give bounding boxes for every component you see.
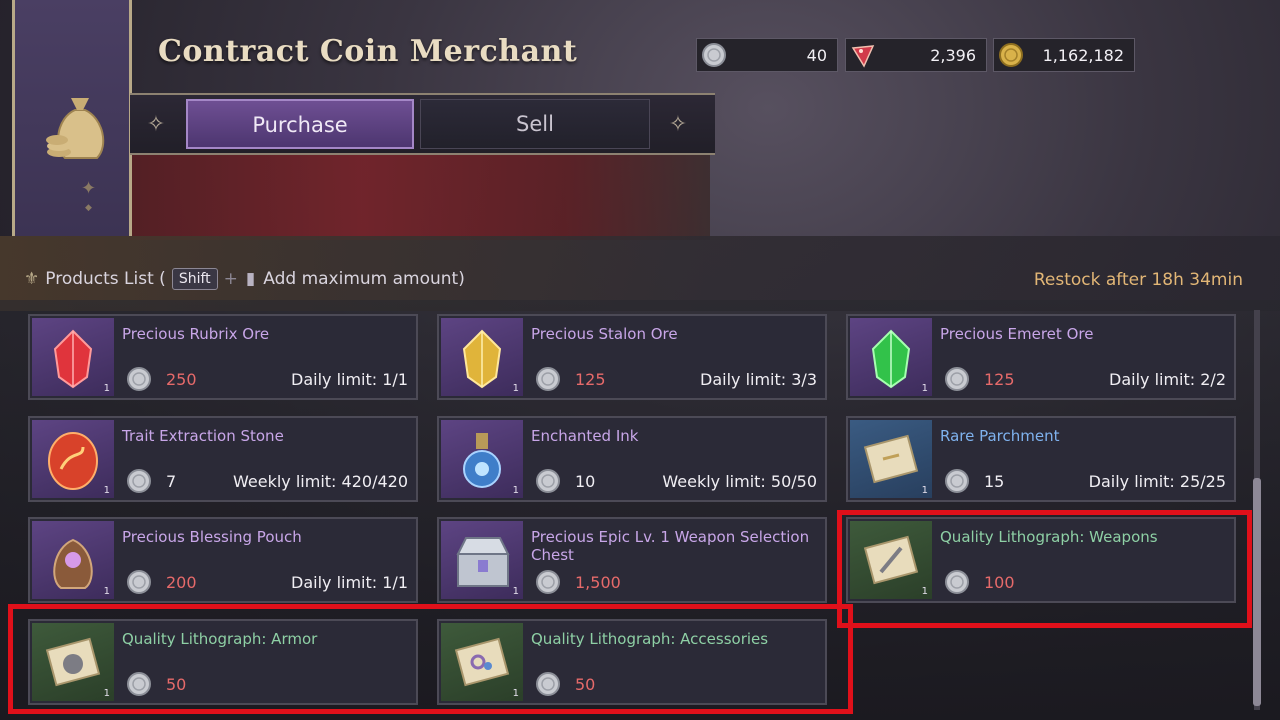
restock-timer: Restock after 18h 34min (1033, 270, 1243, 290)
products-list-header: ⚜ Products List ( Shift + ▮ Add maximum … (24, 268, 465, 290)
red-gem-icon (851, 45, 875, 68)
plus-sign: + (223, 269, 238, 289)
product-card[interactable]: 1 Precious Blessing Pouch 200 Daily limit: … (28, 517, 418, 603)
product-price: 10 (575, 472, 596, 491)
product-quantity: 1 (921, 383, 928, 394)
product-quantity: 1 (103, 586, 110, 597)
product-name: Precious Emeret Ore (940, 325, 1094, 343)
product-name: Enchanted Ink (531, 427, 639, 445)
product-card[interactable]: 1 Trait Extraction Stone 7 Weekly limit: 42… (28, 416, 418, 502)
tab-next-ornament[interactable]: ✧ (658, 105, 698, 145)
gold-coin-icon (999, 43, 1023, 67)
products-list-label: Products List ( (45, 269, 166, 289)
tab-prev-ornament[interactable]: ✧ (136, 105, 176, 145)
product-price: 1,500 (575, 573, 621, 592)
product-quantity: 1 (921, 485, 928, 496)
currency-gem: 2,396 (845, 38, 987, 72)
max-amount-hint: Add maximum amount) (263, 269, 465, 289)
product-name: Precious Epic Lv. 1 Weapon Selection Che… (531, 528, 810, 564)
product-price: 200 (166, 573, 197, 592)
tab-bar: ✧ Purchase Sell ✧ (130, 93, 715, 155)
yellow-ore-icon (462, 329, 502, 389)
purchase-limit: Daily limit: 3/3 (700, 370, 817, 389)
currency-silver-value: 40 (806, 45, 827, 65)
silver-coin-icon (536, 570, 560, 594)
currency-gold: 1,162,182 (993, 38, 1135, 72)
product-quantity: 1 (512, 383, 519, 394)
mouse-icon: ▮ (245, 269, 256, 289)
page-title: Contract Coin Merchant (158, 34, 578, 69)
highlight-frame-armor-accessories (8, 604, 853, 714)
banner-ornament: ✦ (81, 178, 97, 199)
purchase-limit: Daily limit: 2/2 (1109, 370, 1226, 389)
purchase-limit: Daily limit: 1/1 (291, 573, 408, 592)
product-quantity: 1 (103, 383, 110, 394)
product-price: 7 (166, 472, 177, 491)
product-name: Rare Parchment (940, 427, 1060, 445)
purchase-limit: Daily limit: 25/25 (1088, 472, 1226, 491)
banner-ornament-dot: ◆ (85, 203, 92, 213)
treasure-chest-icon (456, 537, 510, 587)
silver-coin-icon (702, 43, 726, 67)
currency-silver: 40 (696, 38, 838, 72)
silver-coin-icon (127, 469, 151, 493)
scrollbar-thumb[interactable] (1253, 478, 1261, 706)
product-price: 125 (984, 370, 1015, 389)
extraction-stone-icon (48, 432, 98, 490)
product-name: Precious Blessing Pouch (122, 528, 302, 546)
product-quantity: 1 (103, 485, 110, 496)
silver-coin-icon (945, 469, 969, 493)
purchase-limit: Weekly limit: 420/420 (233, 472, 408, 491)
silver-coin-icon (127, 570, 151, 594)
silver-coin-icon (536, 367, 560, 391)
product-thumbnail: 1 (441, 318, 523, 396)
merchant-banner: ✦ ◆ (12, 0, 132, 236)
product-thumbnail: 1 (850, 420, 932, 498)
product-thumbnail: 1 (441, 521, 523, 599)
shift-key-hint: Shift (171, 268, 218, 290)
silver-coin-icon (536, 469, 560, 493)
tab-purchase[interactable]: Purchase (186, 99, 414, 149)
background-scene (130, 150, 710, 240)
product-card[interactable]: 1 Enchanted Ink 10 Weekly limit: 50/50 (437, 416, 827, 502)
product-price: 15 (984, 472, 1005, 491)
silver-coin-icon (945, 367, 969, 391)
silver-coin-icon (127, 367, 151, 391)
purchase-limit: Weekly limit: 50/50 (662, 472, 817, 491)
product-name: Trait Extraction Stone (122, 427, 284, 445)
highlight-frame-weapons (837, 510, 1252, 628)
fleur-icon: ⚜ (24, 269, 40, 289)
product-price: 250 (166, 370, 197, 389)
currency-gold-value: 1,162,182 (1042, 45, 1124, 65)
tab-sell[interactable]: Sell (420, 99, 650, 149)
product-thumbnail: 1 (32, 318, 114, 396)
coin-bag-icon (46, 98, 105, 159)
green-ore-icon (871, 329, 911, 389)
currency-gem-value: 2,396 (930, 45, 976, 65)
product-price: 125 (575, 370, 606, 389)
blessing-pouch-icon (53, 538, 93, 589)
red-ore-icon (53, 329, 93, 389)
product-name: Precious Stalon Ore (531, 325, 678, 343)
product-thumbnail: 1 (32, 420, 114, 498)
product-thumbnail: 1 (850, 318, 932, 396)
product-card[interactable]: 1 Precious Epic Lv. 1 Weapon Selection Ch… (437, 517, 827, 603)
product-quantity: 1 (512, 485, 519, 496)
product-card[interactable]: 1 Precious Rubrix Ore 250 Daily limit: 1/1 (28, 314, 418, 400)
product-thumbnail: 1 (441, 420, 523, 498)
product-quantity: 1 (512, 586, 519, 597)
parchment-scroll-icon (863, 434, 919, 484)
ink-bottle-icon (463, 433, 501, 488)
product-card[interactable]: 1 Precious Emeret Ore 125 Daily limit: 2/2 (846, 314, 1236, 400)
product-card[interactable]: 1 Precious Stalon Ore 125 Daily limit: 3/3 (437, 314, 827, 400)
product-thumbnail: 1 (32, 521, 114, 599)
product-card[interactable]: 1 Rare Parchment 15 Daily limit: 25/25 (846, 416, 1236, 502)
purchase-limit: Daily limit: 1/1 (291, 370, 408, 389)
product-name: Precious Rubrix Ore (122, 325, 270, 343)
